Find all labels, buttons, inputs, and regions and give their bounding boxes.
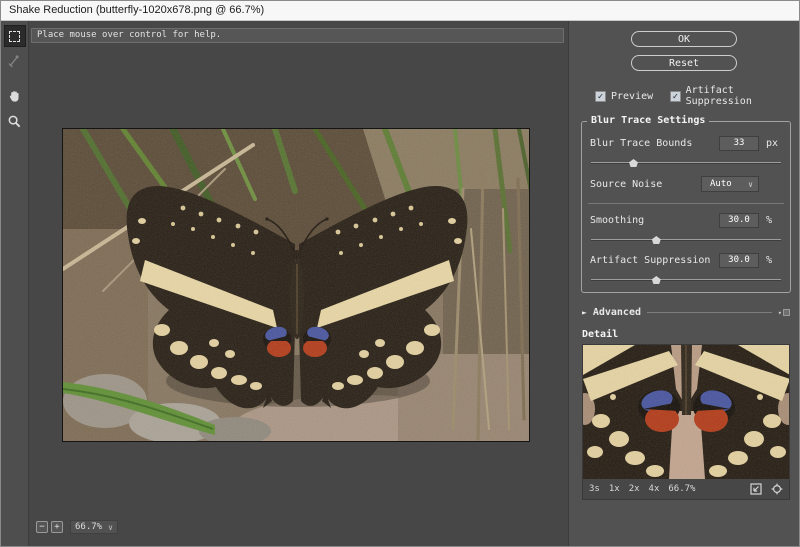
advanced-rule xyxy=(647,312,772,313)
preview-checkbox[interactable]: ✓ xyxy=(595,91,606,102)
main-preview-image[interactable] xyxy=(62,128,530,442)
smoothing-label: Smoothing xyxy=(590,215,719,226)
tri-down-icon: ▾ xyxy=(778,309,782,317)
detail-title: Detail xyxy=(582,329,799,340)
hint-text: Place mouse over control for help. xyxy=(37,30,221,40)
slider-thumb[interactable] xyxy=(629,159,638,167)
blur-trace-bounds-slider[interactable] xyxy=(591,158,781,167)
blur-estimation-marquee-icon xyxy=(9,31,20,42)
preview-checkbox-item[interactable]: ✓ Preview xyxy=(595,85,653,107)
hand-tool[interactable] xyxy=(4,85,26,107)
artifact-suppression-input[interactable]: 30.0 xyxy=(719,253,759,268)
source-noise-select[interactable]: Auto ∨ xyxy=(701,176,759,192)
artifact-suppression-slider[interactable] xyxy=(591,275,781,284)
blur-trace-bounds-unit: px xyxy=(766,138,782,149)
panel-options-icon[interactable]: ▾ xyxy=(778,309,790,317)
group-title: Blur Trace Settings xyxy=(587,115,709,126)
smoothing-input[interactable]: 30.0 xyxy=(719,213,759,228)
minus-icon: − xyxy=(39,522,44,532)
advanced-section-header[interactable]: ► Advanced ▾ xyxy=(582,307,790,318)
detail-zoom-1x-button[interactable]: 1x xyxy=(609,484,620,494)
artifact-suppression-unit: % xyxy=(766,255,782,266)
source-noise-label: Source Noise xyxy=(590,179,701,190)
zoom-level-select[interactable]: 66.7% ∨ xyxy=(70,520,118,534)
reset-button[interactable]: Reset xyxy=(631,55,737,71)
slider-track xyxy=(591,162,781,163)
blur-trace-bounds-input[interactable]: 33 xyxy=(719,136,759,151)
window-titlebar[interactable]: Shake Reduction (butterfly-1020x678.png … xyxy=(1,1,799,21)
blur-estimation-tool[interactable] xyxy=(4,25,26,47)
check-icon: ✓ xyxy=(673,92,678,102)
blur-trace-bounds-row: Blur Trace Bounds 33 px xyxy=(590,136,782,151)
options-row: ✓ Preview ✓ Artifact Suppression xyxy=(595,85,799,107)
detail-zoom-3s-button[interactable]: 3s xyxy=(589,484,600,494)
smoothing-slider[interactable] xyxy=(591,235,781,244)
detach-detail-icon[interactable] xyxy=(750,483,762,495)
hand-icon xyxy=(7,89,22,104)
panel-square-icon xyxy=(783,309,790,316)
artifact-suppression-row: Artifact Suppression 30.0 % xyxy=(590,253,782,268)
preview-canvas: Place mouse over control for help. xyxy=(29,21,568,546)
blur-trace-settings-group: Blur Trace Settings Blur Trace Bounds 33… xyxy=(581,121,791,293)
detail-panel: 3s 1x 2x 4x 66.7% xyxy=(582,344,790,500)
ok-button[interactable]: OK xyxy=(631,31,737,47)
slider-thumb[interactable] xyxy=(652,276,661,284)
advanced-label: Advanced xyxy=(593,307,641,318)
source-noise-row: Source Noise Auto ∨ xyxy=(590,176,782,192)
settings-panel: OK Reset ✓ Preview ✓ Artifact Suppressio… xyxy=(568,21,799,546)
blur-trace-bounds-label: Blur Trace Bounds xyxy=(590,138,719,149)
check-icon: ✓ xyxy=(598,92,603,102)
detail-zoom-4x-button[interactable]: 4x xyxy=(649,484,660,494)
shake-reduction-dialog: Shake Reduction (butterfly-1020x678.png … xyxy=(0,0,800,547)
slider-track xyxy=(591,239,781,240)
zoom-out-button[interactable]: − xyxy=(36,521,48,533)
detail-zoom-2x-button[interactable]: 2x xyxy=(629,484,640,494)
artifact-suppression-amount-label: Artifact Suppression xyxy=(590,255,719,266)
blur-direction-tool[interactable] xyxy=(4,50,26,72)
detail-zoom-fit-button[interactable]: 66.7% xyxy=(668,484,695,494)
chevron-down-icon: ∨ xyxy=(748,180,753,189)
artifact-suppression-checkbox[interactable]: ✓ xyxy=(670,91,680,102)
zoom-in-button[interactable]: + xyxy=(51,521,63,533)
slider-track xyxy=(591,279,781,280)
preview-label: Preview xyxy=(611,91,653,102)
canvas-zoom-controls: − + 66.7% ∨ xyxy=(36,520,118,534)
zoom-level-value: 66.7% xyxy=(75,522,102,532)
source-noise-value: Auto xyxy=(710,179,732,189)
plus-icon: + xyxy=(54,522,59,532)
artifact-suppression-label: Artifact Suppression xyxy=(686,85,799,107)
group-divider xyxy=(588,203,784,204)
magnifier-icon xyxy=(7,114,22,129)
zoom-tool[interactable] xyxy=(4,110,26,132)
window-title: Shake Reduction (butterfly-1020x678.png … xyxy=(9,4,264,16)
detail-zoom-bar: 3s 1x 2x 4x 66.7% xyxy=(583,479,789,499)
artifact-suppression-checkbox-item[interactable]: ✓ Artifact Suppression xyxy=(670,85,799,107)
smoothing-unit: % xyxy=(766,215,782,226)
smoothing-row: Smoothing 30.0 % xyxy=(590,213,782,228)
enhance-at-loupe-icon[interactable] xyxy=(771,483,783,495)
detail-preview-image[interactable] xyxy=(583,345,789,479)
help-hint-bar: Place mouse over control for help. xyxy=(31,28,564,43)
chevron-down-icon: ∨ xyxy=(108,523,113,532)
blur-direction-icon xyxy=(7,53,23,69)
arrow-right-icon: ► xyxy=(582,308,587,317)
tool-palette xyxy=(1,21,29,546)
slider-thumb[interactable] xyxy=(652,236,661,244)
dialog-body: Place mouse over control for help. xyxy=(1,21,799,546)
